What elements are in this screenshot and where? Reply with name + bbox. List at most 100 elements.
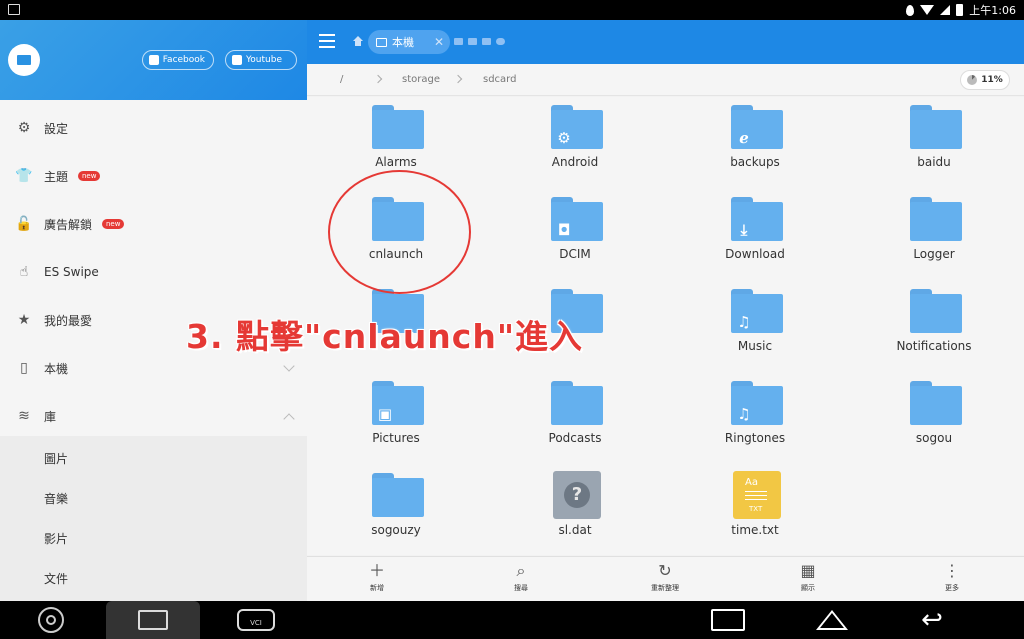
file-item[interactable]: Notifications	[854, 283, 1014, 363]
browser-icon	[38, 607, 64, 633]
chevron-right-icon	[453, 74, 463, 84]
library-item-videos[interactable]: 影片	[44, 530, 68, 547]
lock-icon: 🔓	[15, 216, 33, 232]
chevron-up-icon[interactable]	[283, 413, 295, 425]
vci-app-button[interactable]: VCI	[236, 605, 276, 635]
folder-icon: ⚙	[551, 105, 603, 149]
wifi-icon	[920, 5, 935, 15]
file-item[interactable]: ⤓ Download	[675, 191, 835, 271]
file-item[interactable]: Logger	[854, 191, 1014, 271]
more-vert-icon: ⋮	[944, 561, 960, 580]
recent-apps-icon	[711, 609, 745, 631]
file-item[interactable]: ♫ Music	[675, 283, 835, 363]
file-item[interactable]: Podcasts	[495, 375, 655, 455]
toolbar: 本機 ✕	[307, 20, 1024, 64]
menu-icon[interactable]	[319, 34, 335, 48]
home-icon[interactable]	[353, 36, 363, 46]
download-icon: ⤓	[740, 221, 748, 239]
search-icon: ⌕	[516, 561, 526, 580]
bottom-action-bar: ＋ 新增 ⌕ 搜尋 ↻ 重新整理 ▦ 顯示 ⋮ 更多	[307, 556, 1024, 601]
gallery-app-button[interactable]	[106, 601, 200, 639]
drawer-item-themes[interactable]: 👕 主題 new	[0, 152, 307, 200]
file-item[interactable]: Alarms	[316, 99, 476, 179]
file-item[interactable]: ℯ backups	[675, 99, 835, 179]
file-name: Music	[737, 339, 773, 353]
chevron-down-icon[interactable]	[283, 360, 295, 372]
new-button[interactable]: ＋ 新增	[347, 561, 407, 599]
breadcrumb-root[interactable]: /	[340, 74, 343, 85]
file-item[interactable]: ? sl.dat	[495, 467, 655, 547]
drawer-item-label: ES Swipe	[44, 265, 99, 279]
file-item[interactable]: ♫ Ringtones	[675, 375, 835, 455]
library-item-music[interactable]: 音樂	[44, 490, 68, 507]
file-item[interactable]: sogou	[854, 375, 1014, 455]
star-icon: ★	[17, 312, 31, 328]
more-button[interactable]: ⋮ 更多	[922, 561, 982, 599]
image-icon: ▣	[377, 405, 393, 423]
file-item[interactable]: sogouzy	[316, 467, 476, 547]
file-item[interactable]: ▣ Pictures	[316, 375, 476, 455]
file-item[interactable]: baidu	[854, 99, 1014, 179]
chevron-right-icon	[373, 74, 383, 84]
gear-icon: ⚙	[17, 120, 31, 136]
drawer-item-es-swipe[interactable]: ☝ ES Swipe	[0, 248, 307, 296]
recent-apps-button[interactable]	[708, 605, 748, 635]
search-label: 搜尋	[514, 584, 528, 592]
drawer-item-library[interactable]: ≋ 庫	[0, 392, 307, 440]
view-button[interactable]: ▦ 顯示	[778, 561, 838, 599]
pie-chart-icon	[967, 75, 978, 85]
folder-icon	[910, 197, 962, 241]
home-nav-icon	[816, 610, 848, 630]
phone-icon: ▯	[20, 360, 28, 376]
library-sublist: 圖片 音樂 影片 文件	[0, 436, 307, 601]
storage-usage-button[interactable]: 11%	[960, 70, 1010, 90]
file-name: Android	[551, 155, 599, 169]
music-icon: ♫	[737, 405, 751, 423]
youtube-label: Youtube	[246, 55, 282, 65]
breadcrumb-storage[interactable]: storage	[402, 74, 440, 85]
clock: 上午1:06	[969, 4, 1016, 17]
window-tab-icon[interactable]	[468, 38, 477, 45]
browser-app-button[interactable]	[36, 605, 66, 635]
drawer-item-label: 設定	[44, 121, 69, 136]
folder-icon	[910, 105, 962, 149]
facebook-button[interactable]: Facebook	[142, 50, 214, 70]
mail-button[interactable]	[8, 44, 40, 76]
refresh-button[interactable]: ↻ 重新整理	[635, 561, 695, 599]
es-icon: ℯ	[739, 129, 749, 147]
tab-local[interactable]: 本機 ✕	[368, 30, 450, 54]
drawer-item-label: 廣告解鎖	[44, 217, 93, 232]
breadcrumb-sdcard[interactable]: sdcard	[483, 74, 516, 85]
grid-view-icon: ▦	[800, 561, 816, 580]
home-button[interactable]	[812, 605, 852, 635]
signal-icon	[940, 5, 951, 15]
gallery-icon	[138, 610, 168, 630]
back-button[interactable]: ↩	[912, 605, 952, 635]
file-item[interactable]: ◘ DCIM	[495, 191, 655, 271]
library-item-pictures[interactable]: 圖片	[44, 450, 68, 467]
drawer-item-label: 庫	[44, 409, 57, 424]
folder-icon	[372, 105, 424, 149]
drawer-item-ad-unlock[interactable]: 🔓 廣告解鎖 new	[0, 200, 307, 248]
window-tab-icon[interactable]	[454, 38, 463, 45]
file-name: sogou	[915, 431, 953, 445]
file-item[interactable]: ⚙ Android	[495, 99, 655, 179]
library-item-documents[interactable]: 文件	[44, 570, 68, 587]
mail-icon	[17, 55, 31, 65]
refresh-icon: ↻	[658, 561, 672, 580]
folder-icon	[910, 289, 962, 333]
search-button[interactable]: ⌕ 搜尋	[491, 561, 551, 599]
window-tab-icon[interactable]	[482, 38, 491, 45]
cloud-tab-icon[interactable]	[496, 38, 505, 45]
drawer-item-label: 我的最愛	[44, 313, 93, 328]
drawer-item-settings[interactable]: ⚙ 設定	[0, 104, 307, 152]
status-bar: 上午1:06	[0, 0, 1024, 20]
folder-icon: ▣	[372, 381, 424, 425]
breadcrumb: / storage sdcard 11%	[307, 64, 1024, 96]
close-icon[interactable]: ✕	[434, 35, 444, 49]
text-file-icon: Aa TXT	[733, 471, 781, 519]
folder-icon: ℯ	[731, 105, 783, 149]
file-item[interactable]: Aa TXT time.txt	[675, 467, 835, 547]
file-name: Pictures	[372, 431, 420, 445]
youtube-button[interactable]: Youtube	[225, 50, 297, 70]
